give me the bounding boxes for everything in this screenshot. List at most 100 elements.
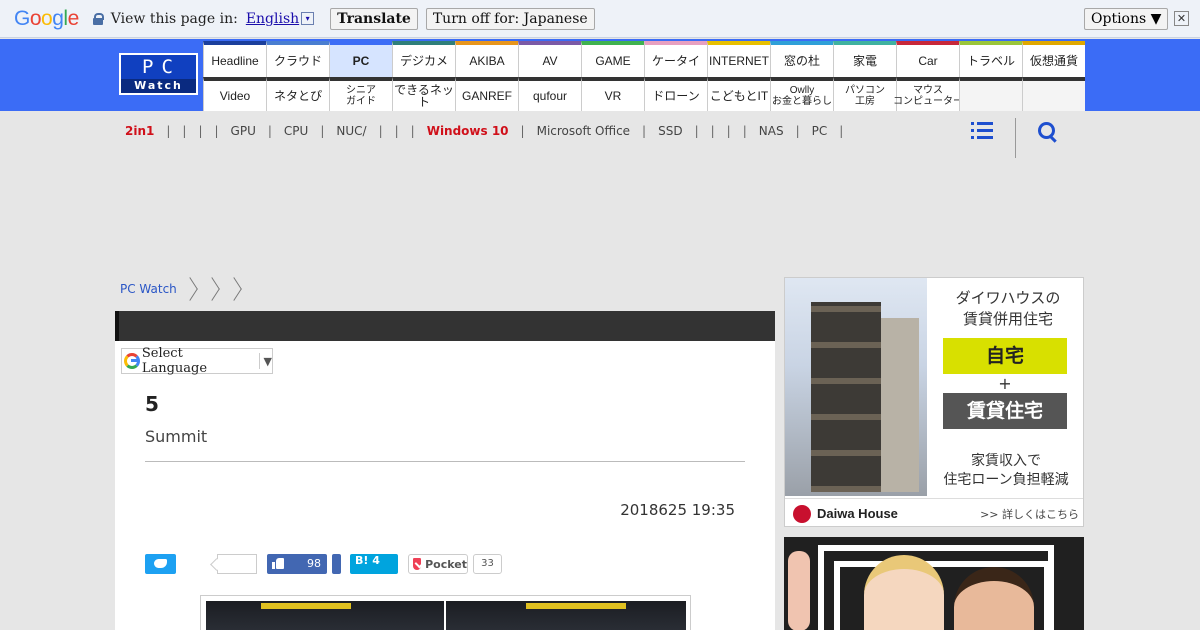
- nav-tile[interactable]: Headline: [203, 41, 266, 77]
- nav-tile[interactable]: デジカメ: [392, 41, 455, 77]
- language-value: English: [245, 10, 300, 27]
- chevron-right-icon: [207, 278, 217, 300]
- subnav-link[interactable]: SSD: [658, 124, 682, 138]
- ad-more-link[interactable]: >> 詳しくはこちら: [980, 506, 1079, 522]
- translate-prompt: View this page in:: [110, 10, 238, 27]
- nav-tile[interactable]: Car: [896, 41, 959, 77]
- subnav-link[interactable]: 2in1: [125, 124, 154, 138]
- nav-tile[interactable]: Owlly お金と暮らし: [770, 77, 833, 111]
- google-translate-bar: Google View this page in: English ▾ Trans…: [0, 0, 1200, 38]
- pocket-label: Pocket: [425, 557, 467, 571]
- subnav-link[interactable]: Microsoft Office: [537, 124, 630, 138]
- nav-tile[interactable]: パソコン 工房: [833, 77, 896, 111]
- select-language-widget[interactable]: Select Language ▼: [121, 346, 273, 376]
- subnav-separator: |: [166, 124, 171, 138]
- facebook-like-button[interactable]: 98: [267, 554, 327, 574]
- language-select[interactable]: English ▾: [245, 10, 315, 27]
- close-icon[interactable]: ✕: [1174, 11, 1189, 26]
- building-image: [785, 278, 927, 496]
- nav-tile[interactable]: 家電: [833, 41, 896, 77]
- select-language-label: Select Language: [141, 346, 208, 376]
- nav-tile[interactable]: 仮想通貨: [1022, 41, 1085, 77]
- subnav-separator: |: [320, 124, 325, 138]
- pocket-button[interactable]: Pocket: [408, 554, 468, 574]
- subnav-link[interactable]: Windows 10: [427, 124, 509, 138]
- ad-plus: +: [998, 374, 1012, 393]
- subnav-separator: |: [742, 124, 747, 138]
- twitter-share-button[interactable]: [145, 554, 176, 574]
- ad-headline: ダイワハウスの 賃貸併用住宅: [955, 289, 1061, 328]
- ad-brand: Daiwa House: [817, 506, 898, 521]
- subnav-separator: |: [726, 124, 731, 138]
- divider: [258, 353, 260, 369]
- nav-tile[interactable]: 窓の杜: [770, 41, 833, 77]
- category-nav: Headline クラウド PC デジカメ AKIBA AV GAME ケータイ INTERNE…: [203, 41, 1085, 111]
- facebook-share-button[interactable]: [332, 554, 341, 574]
- breadcrumb: PC Watch: [120, 277, 243, 301]
- nav-tile[interactable]: クラウド: [266, 41, 329, 77]
- google-logo: Google: [14, 6, 79, 30]
- nav-tile[interactable]: AV: [518, 41, 581, 77]
- subnav-link[interactable]: GPU: [231, 124, 256, 138]
- site-logo[interactable]: PC Watch: [119, 53, 198, 95]
- nav-tile[interactable]: Video: [203, 77, 266, 111]
- nav-tile[interactable]: VR: [581, 77, 644, 111]
- ad-tagline: 家賃収入で 住宅ローン負担軽減: [943, 453, 1069, 488]
- ad-box-rental: 賃貸住宅: [943, 393, 1067, 429]
- hatena-bookmark-button[interactable]: B! 4: [350, 554, 398, 574]
- nav-tile[interactable]: シニア ガイド: [329, 77, 392, 111]
- pocket-icon: [413, 558, 422, 570]
- subnav-separator: |: [267, 124, 272, 138]
- translate-button[interactable]: Translate: [330, 7, 418, 30]
- article-header-bar: [115, 311, 775, 341]
- lock-icon: [92, 12, 104, 25]
- chevron-right-icon: [229, 278, 239, 300]
- pocket-count: 33: [473, 554, 502, 574]
- topic-nav: 2in1 | | | | GPU | CPU | NUC/ | | | Windows 10 | Micros…: [125, 119, 925, 144]
- subnav-link[interactable]: PC: [812, 124, 828, 138]
- nav-tile[interactable]: できるネット: [392, 77, 455, 111]
- subnav-separator: |: [839, 124, 844, 138]
- tweet-count-bubble: [217, 554, 257, 574]
- subnav-separator: |: [198, 124, 203, 138]
- child-image: [864, 555, 944, 630]
- thumbs-up-icon: [272, 558, 284, 569]
- nav-tile[interactable]: トラベル: [959, 41, 1022, 77]
- subnav-separator: |: [394, 124, 399, 138]
- second-ad[interactable]: [784, 537, 1084, 630]
- nav-tile[interactable]: ネタとぴ: [266, 77, 329, 111]
- divider: [145, 461, 745, 462]
- nav-tile[interactable]: こどもとIT: [707, 77, 770, 111]
- subnav-link[interactable]: CPU: [284, 124, 308, 138]
- chevron-down-icon[interactable]: ▾: [301, 12, 315, 25]
- nav-tile[interactable]: qufour: [518, 77, 581, 111]
- nav-tile[interactable]: INTERNET: [707, 41, 770, 77]
- nav-tile[interactable]: PC: [329, 41, 392, 77]
- nav-tile[interactable]: マウス コンピューター: [893, 77, 963, 111]
- hand-image: [788, 551, 810, 630]
- subnav-link[interactable]: NAS: [759, 124, 784, 138]
- search-icon[interactable]: [1038, 122, 1058, 142]
- nav-tile[interactable]: GANREF: [455, 77, 518, 111]
- nav-tile[interactable]: ドローン: [644, 77, 707, 111]
- nav-tile[interactable]: AKIBA: [455, 41, 518, 77]
- subnav-link[interactable]: NUC/: [336, 124, 366, 138]
- divider: [1015, 118, 1016, 158]
- article-image[interactable]: [200, 595, 691, 630]
- subnav-separator: |: [694, 124, 699, 138]
- article: Select Language ▼ 5 Summit 2018625 19:35…: [115, 311, 775, 630]
- breadcrumb-home[interactable]: PC Watch: [120, 282, 177, 296]
- nav-tile: [959, 77, 1022, 111]
- subnav-separator: |: [642, 124, 647, 138]
- nav-tile[interactable]: GAME: [581, 41, 644, 77]
- nav-tile[interactable]: ケータイ: [644, 41, 707, 77]
- subnav-separator: |: [378, 124, 383, 138]
- chevron-right-icon: [185, 278, 195, 300]
- chevron-down-icon: ▼: [263, 354, 272, 368]
- turn-off-button[interactable]: Turn off for: Japanese: [425, 7, 595, 30]
- menu-icon[interactable]: [971, 121, 993, 139]
- options-button[interactable]: Options ▼: [1084, 8, 1169, 30]
- page-title: 5: [145, 392, 159, 416]
- daiwa-house-ad[interactable]: ダイワハウスの 賃貸併用住宅 自宅 + 賃貸住宅 家賃収入で 住宅ローン負担軽減…: [784, 277, 1084, 527]
- logo-pc: PC: [142, 56, 181, 78]
